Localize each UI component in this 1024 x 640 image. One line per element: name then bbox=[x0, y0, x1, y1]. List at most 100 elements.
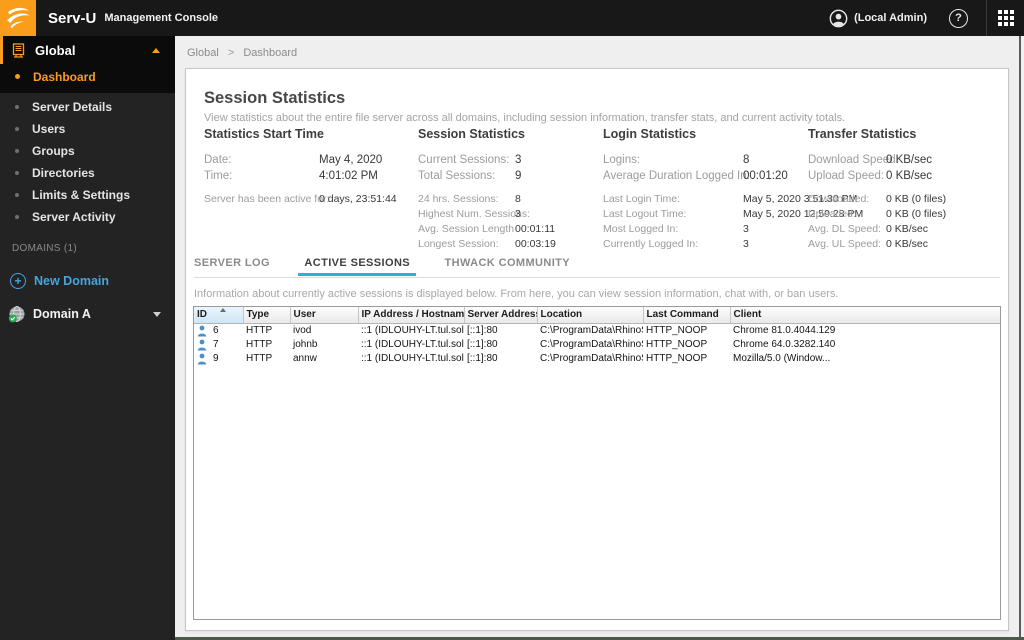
transfer-statistics-column: Transfer Statistics Download Speed:0 KB/… bbox=[808, 127, 946, 252]
column-header-type[interactable]: Type bbox=[243, 307, 291, 324]
column-header-server-address[interactable]: Server Address bbox=[464, 307, 538, 324]
session-statistics-panel: Session Statistics View statistics about… bbox=[185, 68, 1009, 631]
stat-value: 0 KB/sec bbox=[886, 170, 933, 182]
session-row[interactable]: 6 HTTP ivod ::1 (IDLOUHY-LT.tul.solar...… bbox=[194, 323, 1000, 338]
sidebar-item-label: Groups bbox=[32, 144, 75, 158]
help-icon: ? bbox=[955, 12, 962, 24]
session-statistics-column: Session Statistics Current Sessions: 3 To… bbox=[418, 127, 556, 252]
stat-label: Uploaded: bbox=[808, 208, 856, 220]
stat-label: Downloaded: bbox=[808, 193, 870, 205]
column-header-user[interactable]: User bbox=[290, 307, 359, 324]
bullet-icon bbox=[15, 171, 19, 175]
stat-value: 00:03:19 bbox=[515, 238, 556, 250]
stat-label: Longest Session: bbox=[418, 238, 499, 250]
stat-value: 0 KB/sec bbox=[886, 238, 929, 250]
sidebar-item-dashboard[interactable]: Dashboard bbox=[0, 64, 175, 89]
sidebar-item-server-activity[interactable]: Server Activity bbox=[0, 206, 175, 228]
chevron-down-icon[interactable] bbox=[153, 311, 161, 317]
stat-value: 8 bbox=[743, 154, 750, 166]
user-menu[interactable]: (Local Admin) bbox=[829, 9, 927, 28]
session-user-icon bbox=[197, 325, 207, 336]
tab-description: Information about currently active sessi… bbox=[194, 288, 839, 300]
sidebar-item-label: Server Activity bbox=[32, 210, 116, 224]
column-header-last-command[interactable]: Last Command bbox=[643, 307, 731, 324]
brand-name: Serv-U bbox=[48, 9, 97, 27]
sidebar-item-label: Server Details bbox=[32, 100, 113, 114]
stat-label: Avg. DL Speed: bbox=[808, 223, 881, 235]
solarwinds-logo[interactable] bbox=[0, 0, 36, 36]
sidebar-item-groups[interactable]: Groups bbox=[0, 140, 175, 162]
sidebar-item-limits-settings[interactable]: Limits & Settings bbox=[0, 184, 175, 206]
stats-column-header: Transfer Statistics bbox=[808, 127, 917, 141]
stat-label: Download Speed: bbox=[808, 154, 899, 166]
tab-thwack-community[interactable]: THWACK COMMUNITY bbox=[444, 251, 570, 275]
stat-value: 3 bbox=[515, 208, 521, 220]
stat-value: 3 bbox=[515, 154, 522, 166]
sidebar-item-label: Users bbox=[32, 122, 66, 136]
tab-active-sessions[interactable]: ACTIVE SESSIONS bbox=[298, 251, 416, 276]
sidebar-global-section: Global Dashboard bbox=[0, 36, 175, 93]
page-title: Session Statistics bbox=[204, 89, 346, 107]
sidebar-item-label: Limits & Settings bbox=[32, 188, 131, 202]
breadcrumb-global[interactable]: Global bbox=[187, 47, 219, 59]
column-header-client[interactable]: Client bbox=[730, 307, 1000, 324]
breadcrumb: Global > Dashboard bbox=[187, 47, 297, 59]
topbar: Serv-U Management Console (Local Admin) … bbox=[0, 0, 1024, 36]
sidebar-item-label: Dashboard bbox=[33, 69, 96, 84]
stat-value: 0 KB/sec bbox=[886, 223, 929, 235]
stat-label: Date: bbox=[204, 154, 232, 166]
column-header-location[interactable]: Location bbox=[537, 307, 644, 324]
stats-column-header: Session Statistics bbox=[418, 127, 525, 141]
breadcrumb-separator: > bbox=[227, 47, 235, 59]
plus-icon: + bbox=[10, 273, 26, 289]
sort-ascending-icon bbox=[220, 308, 226, 312]
app-switcher-button[interactable] bbox=[987, 0, 1024, 36]
domain-globe-icon bbox=[8, 305, 26, 323]
stat-label: Highest Num. Sessions: bbox=[418, 208, 531, 220]
session-user-icon bbox=[197, 339, 207, 350]
stat-value: 00:01:11 bbox=[515, 223, 556, 235]
tab-bar: SERVER LOG ACTIVE SESSIONS THWACK COMMUN… bbox=[194, 251, 1000, 278]
help-button[interactable]: ? bbox=[949, 8, 968, 28]
collapse-arrow-icon[interactable] bbox=[152, 47, 160, 53]
session-user-icon bbox=[197, 353, 207, 364]
stat-value: 8 bbox=[515, 193, 521, 205]
column-header-ip-hostname[interactable]: IP Address / Hostname bbox=[358, 307, 465, 324]
stat-value: 3 bbox=[743, 238, 749, 250]
topbar-actions: (Local Admin) ? bbox=[829, 0, 986, 36]
sidebar-item-directories[interactable]: Directories bbox=[0, 162, 175, 184]
stat-label: Last Login Time: bbox=[603, 193, 681, 205]
grid-icon bbox=[997, 10, 1014, 26]
vertical-scrollbar[interactable] bbox=[1019, 36, 1024, 637]
stat-label: Avg. Session Length bbox=[418, 223, 515, 235]
main-content: Global > Dashboard Session Statistics Vi… bbox=[175, 36, 1024, 640]
stat-label: Total Sessions: bbox=[418, 170, 496, 182]
stat-label: Upload Speed: bbox=[808, 170, 885, 182]
user-icon bbox=[829, 9, 848, 27]
sidebar-item-global[interactable]: Global bbox=[0, 36, 175, 64]
stat-label: Last Logout Time: bbox=[603, 208, 687, 220]
tab-server-log[interactable]: SERVER LOG bbox=[194, 251, 270, 275]
sidebar-item-users[interactable]: Users bbox=[0, 118, 175, 140]
global-label: Global bbox=[35, 42, 76, 58]
breadcrumb-dashboard[interactable]: Dashboard bbox=[243, 47, 297, 59]
table-header-row: ID Type User IP Address / Hostname Serve… bbox=[194, 307, 1000, 324]
session-row[interactable]: 9 HTTP annw ::1 (IDLOUHY-LT.tul.solar...… bbox=[194, 352, 1000, 366]
domain-name-label: Domain A bbox=[33, 307, 91, 321]
new-domain-button[interactable]: + New Domain bbox=[10, 273, 175, 289]
stat-label: Server has been active for: bbox=[204, 193, 330, 205]
stat-label: Most Logged In: bbox=[603, 223, 679, 235]
stat-value: 0 KB/sec bbox=[886, 154, 933, 166]
sidebar-item-label: Directories bbox=[32, 166, 95, 180]
user-label: (Local Admin) bbox=[854, 12, 927, 24]
stat-value: 3 bbox=[743, 223, 749, 235]
domains-section-label: DOMAINS (1) bbox=[12, 243, 77, 254]
sidebar-item-domain-a[interactable]: Domain A bbox=[0, 302, 175, 326]
stat-value: 00:01:20 bbox=[743, 170, 788, 182]
app-title: Serv-U Management Console bbox=[48, 0, 218, 36]
session-row[interactable]: 7 HTTP johnb ::1 (IDLOUHY-LT.tul.solar..… bbox=[194, 338, 1000, 352]
column-header-id[interactable]: ID bbox=[194, 307, 244, 324]
sidebar-item-server-details[interactable]: Server Details bbox=[0, 96, 175, 118]
sidebar: Global Dashboard Server Details Users Gr… bbox=[0, 36, 175, 640]
new-domain-label: New Domain bbox=[34, 274, 110, 288]
